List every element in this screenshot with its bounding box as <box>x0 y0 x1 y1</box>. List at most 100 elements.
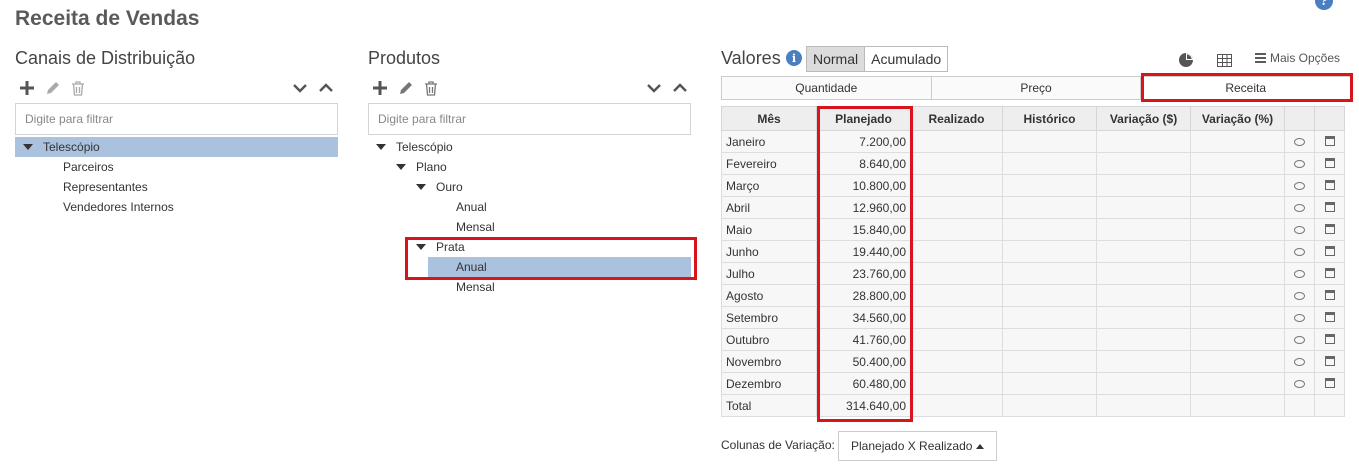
caret-down-icon[interactable] <box>416 184 426 190</box>
tree-item-telescopio[interactable]: Telescópio <box>376 137 453 157</box>
comment-cell[interactable] <box>1284 284 1315 307</box>
cell-realizado[interactable] <box>910 306 1003 329</box>
calendar-icon[interactable] <box>1324 179 1335 190</box>
comment-cell[interactable] <box>1284 130 1315 153</box>
tree-item-prata-anual[interactable]: Anual <box>428 257 691 277</box>
calendar-cell[interactable] <box>1314 328 1345 351</box>
calendar-cell[interactable] <box>1314 284 1345 307</box>
plus-icon[interactable] <box>18 79 36 97</box>
calendar-icon[interactable] <box>1324 245 1335 256</box>
cell-realizado[interactable] <box>910 152 1003 175</box>
tree-item-ouro[interactable]: Ouro <box>416 177 463 197</box>
cell-historico[interactable] <box>1002 240 1097 263</box>
caret-down-icon[interactable] <box>396 164 406 170</box>
canais-filter-input[interactable]: Digite para filtrar <box>15 103 338 135</box>
calendar-cell[interactable] <box>1314 262 1345 285</box>
pencil-icon[interactable] <box>43 79 61 97</box>
calendar-cell[interactable] <box>1314 240 1345 263</box>
trash-icon[interactable] <box>69 79 87 97</box>
cell-realizado[interactable] <box>910 350 1003 373</box>
comment-icon[interactable] <box>1294 247 1305 256</box>
cell-planejado[interactable]: 8.640,00 <box>816 152 911 175</box>
toggle-normal[interactable]: Normal <box>807 47 866 71</box>
chevron-down-icon[interactable] <box>291 79 309 97</box>
calendar-icon[interactable] <box>1324 377 1335 388</box>
cell-planejado[interactable]: 15.840,00 <box>816 218 911 241</box>
calendar-icon[interactable] <box>1324 267 1335 278</box>
cell-planejado[interactable]: 60.480,00 <box>816 372 911 395</box>
calendar-cell[interactable] <box>1314 196 1345 219</box>
calendar-cell[interactable] <box>1314 350 1345 373</box>
cell-planejado[interactable]: 34.560,00 <box>816 306 911 329</box>
cell-planejado[interactable]: 7.200,00 <box>816 130 911 153</box>
column-header-planejado[interactable]: Planejado <box>816 106 911 131</box>
cell-planejado[interactable]: 23.760,00 <box>816 262 911 285</box>
tree-item-ouro-anual[interactable]: Anual <box>456 197 487 217</box>
comment-icon[interactable] <box>1294 379 1305 388</box>
calendar-cell[interactable] <box>1314 174 1345 197</box>
tab-preco[interactable]: Preço <box>931 77 1142 99</box>
cell-realizado[interactable] <box>910 130 1003 153</box>
chevron-down-icon[interactable] <box>645 79 663 97</box>
calendar-icon[interactable] <box>1324 355 1335 366</box>
cell-historico[interactable] <box>1002 218 1097 241</box>
toggle-acumulado[interactable]: Acumulado <box>865 47 947 71</box>
cell-realizado[interactable] <box>910 328 1003 351</box>
cell-realizado[interactable] <box>910 240 1003 263</box>
cell-realizado[interactable] <box>910 372 1003 395</box>
cell-historico[interactable] <box>1002 196 1097 219</box>
comment-icon[interactable] <box>1294 203 1305 212</box>
column-header-variacao-valor[interactable]: Variação ($) <box>1096 106 1191 131</box>
tree-item-prata[interactable]: Prata <box>416 237 465 257</box>
caret-down-icon[interactable] <box>376 144 386 150</box>
calendar-cell[interactable] <box>1314 152 1345 175</box>
cell-historico[interactable] <box>1002 306 1097 329</box>
variacao-select[interactable]: Planejado X Realizado <box>838 431 997 461</box>
cell-historico[interactable] <box>1002 130 1097 153</box>
comment-icon[interactable] <box>1294 269 1305 278</box>
cell-realizado[interactable] <box>910 262 1003 285</box>
tree-item-representantes[interactable]: Representantes <box>63 177 148 197</box>
cell-planejado[interactable]: 41.760,00 <box>816 328 911 351</box>
cell-planejado[interactable]: 50.400,00 <box>816 350 911 373</box>
cell-planejado[interactable]: 10.800,00 <box>816 174 911 197</box>
produtos-filter-input[interactable]: Digite para filtrar <box>368 103 691 135</box>
comment-cell[interactable] <box>1284 328 1315 351</box>
comment-icon[interactable] <box>1294 159 1305 168</box>
pencil-icon[interactable] <box>396 79 414 97</box>
chevron-up-icon[interactable] <box>671 79 689 97</box>
tree-item-parceiros[interactable]: Parceiros <box>63 157 114 177</box>
column-header-realizado[interactable]: Realizado <box>910 106 1003 131</box>
cell-historico[interactable] <box>1002 350 1097 373</box>
help-icon[interactable]: ? <box>1315 0 1333 10</box>
cell-historico[interactable] <box>1002 372 1097 395</box>
cell-realizado[interactable] <box>910 196 1003 219</box>
comment-cell[interactable] <box>1284 372 1315 395</box>
mais-opcoes-button[interactable]: Mais Opções <box>1255 51 1340 65</box>
calendar-cell[interactable] <box>1314 372 1345 395</box>
calendar-cell[interactable] <box>1314 130 1345 153</box>
cell-historico[interactable] <box>1002 328 1097 351</box>
comment-icon[interactable] <box>1294 137 1305 146</box>
comment-cell[interactable] <box>1284 152 1315 175</box>
trash-icon[interactable] <box>422 79 440 97</box>
column-header-mes[interactable]: Mês <box>721 106 817 131</box>
chevron-up-icon[interactable] <box>317 79 335 97</box>
tree-item-prata-mensal[interactable]: Mensal <box>456 277 495 297</box>
calendar-icon[interactable] <box>1324 289 1335 300</box>
column-header-variacao-percentual[interactable]: Variação (%) <box>1190 106 1285 131</box>
tree-item-plano[interactable]: Plano <box>396 157 447 177</box>
cell-planejado[interactable]: 19.440,00 <box>816 240 911 263</box>
tab-quantidade[interactable]: Quantidade <box>722 77 932 99</box>
tree-item-telescopio[interactable]: Telescópio <box>15 137 338 157</box>
calendar-icon[interactable] <box>1324 333 1335 344</box>
cell-realizado[interactable] <box>910 284 1003 307</box>
info-icon[interactable]: i <box>786 50 802 66</box>
cell-planejado[interactable]: 12.960,00 <box>816 196 911 219</box>
cell-historico[interactable] <box>1002 152 1097 175</box>
comment-icon[interactable] <box>1294 181 1305 190</box>
tree-item-ouro-mensal[interactable]: Mensal <box>456 217 495 237</box>
comment-cell[interactable] <box>1284 174 1315 197</box>
comment-icon[interactable] <box>1294 225 1305 234</box>
comment-icon[interactable] <box>1294 291 1305 300</box>
